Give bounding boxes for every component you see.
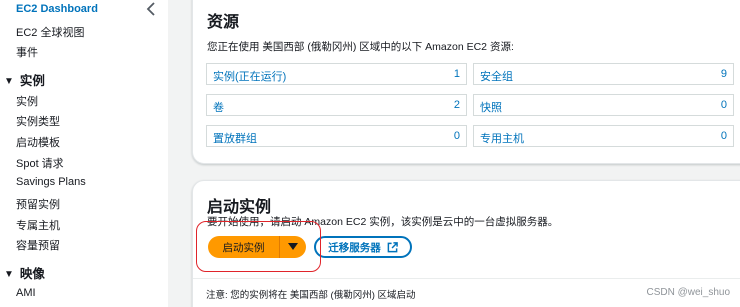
- sidebar: EC2 Dashboard EC2 全球视图 事件 ▼ 实例 实例 实例类型 启动…: [0, 0, 168, 307]
- resource-box-instances-running[interactable]: 实例(正在运行) 1: [206, 63, 467, 85]
- resource-count[interactable]: 0: [721, 130, 727, 142]
- sidebar-item-dedicated-hosts[interactable]: 专属主机: [16, 217, 60, 233]
- collapse-sidebar-button[interactable]: [144, 1, 160, 17]
- resource-count[interactable]: 0: [721, 99, 727, 111]
- sidebar-section-images[interactable]: ▼ 映像: [4, 263, 45, 282]
- caret-down-icon: ▼: [4, 76, 14, 87]
- resource-count[interactable]: 9: [721, 68, 727, 80]
- resource-box-dedicated-hosts[interactable]: 专用主机 0: [473, 125, 734, 147]
- resource-count[interactable]: 0: [454, 130, 460, 142]
- sidebar-section-label: 实例: [19, 74, 45, 88]
- resource-box-snapshots[interactable]: 快照 0: [473, 94, 734, 116]
- resource-label[interactable]: 专用主机: [480, 130, 524, 146]
- resource-label[interactable]: 置放群组: [213, 130, 257, 146]
- watermark: CSDN @wei_shuo: [646, 287, 730, 298]
- sidebar-item-spot-requests[interactable]: Spot 请求: [16, 155, 64, 171]
- migrate-server-button[interactable]: 迁移服务器: [314, 236, 412, 258]
- resource-box-security-groups[interactable]: 安全组 9: [473, 63, 734, 85]
- sidebar-item-reserved-instances[interactable]: 预留实例: [16, 196, 60, 212]
- sidebar-item-events[interactable]: 事件: [16, 44, 38, 60]
- sidebar-item-ami[interactable]: AMI: [16, 287, 36, 299]
- sidebar-item-instance-types[interactable]: 实例类型: [16, 113, 60, 129]
- resource-label[interactable]: 快照: [480, 99, 502, 115]
- launch-region-note: 注意: 您的实例将在 美国西部 (俄勒冈州) 区域启动: [206, 290, 416, 301]
- resources-title: 资源: [207, 14, 240, 31]
- highlight-annotation-box: [196, 221, 321, 272]
- resource-label[interactable]: 实例(正在运行): [213, 68, 286, 84]
- sidebar-item-launch-templates[interactable]: 启动模板: [16, 134, 60, 150]
- resources-description: 您正在使用 美国西部 (俄勒冈州) 区域中的以下 Amazon EC2 资源:: [207, 41, 514, 53]
- sidebar-item-global-view[interactable]: EC2 全球视图: [16, 24, 84, 40]
- resource-label[interactable]: 卷: [213, 99, 224, 115]
- divider: [193, 278, 740, 279]
- caret-down-icon: ▼: [4, 269, 14, 280]
- sidebar-item-capacity-reservations[interactable]: 容量预留: [16, 237, 60, 253]
- sidebar-item-instances[interactable]: 实例: [16, 93, 38, 109]
- chevron-left-icon: [146, 2, 155, 16]
- sidebar-item-ec2-dashboard[interactable]: EC2 Dashboard: [16, 3, 98, 15]
- resource-label[interactable]: 安全组: [480, 68, 513, 84]
- sidebar-section-instances[interactable]: ▼ 实例: [4, 70, 45, 89]
- sidebar-section-label: 映像: [19, 267, 45, 281]
- resource-box-volumes[interactable]: 卷 2: [206, 94, 467, 116]
- migrate-server-label: 迁移服务器: [328, 241, 381, 254]
- sidebar-item-savings-plans[interactable]: Savings Plans: [16, 176, 86, 188]
- resource-count[interactable]: 1: [454, 68, 460, 80]
- resource-count[interactable]: 2: [454, 99, 460, 111]
- external-link-icon: [387, 241, 398, 252]
- resource-box-placement-groups[interactable]: 置放群组 0: [206, 125, 467, 147]
